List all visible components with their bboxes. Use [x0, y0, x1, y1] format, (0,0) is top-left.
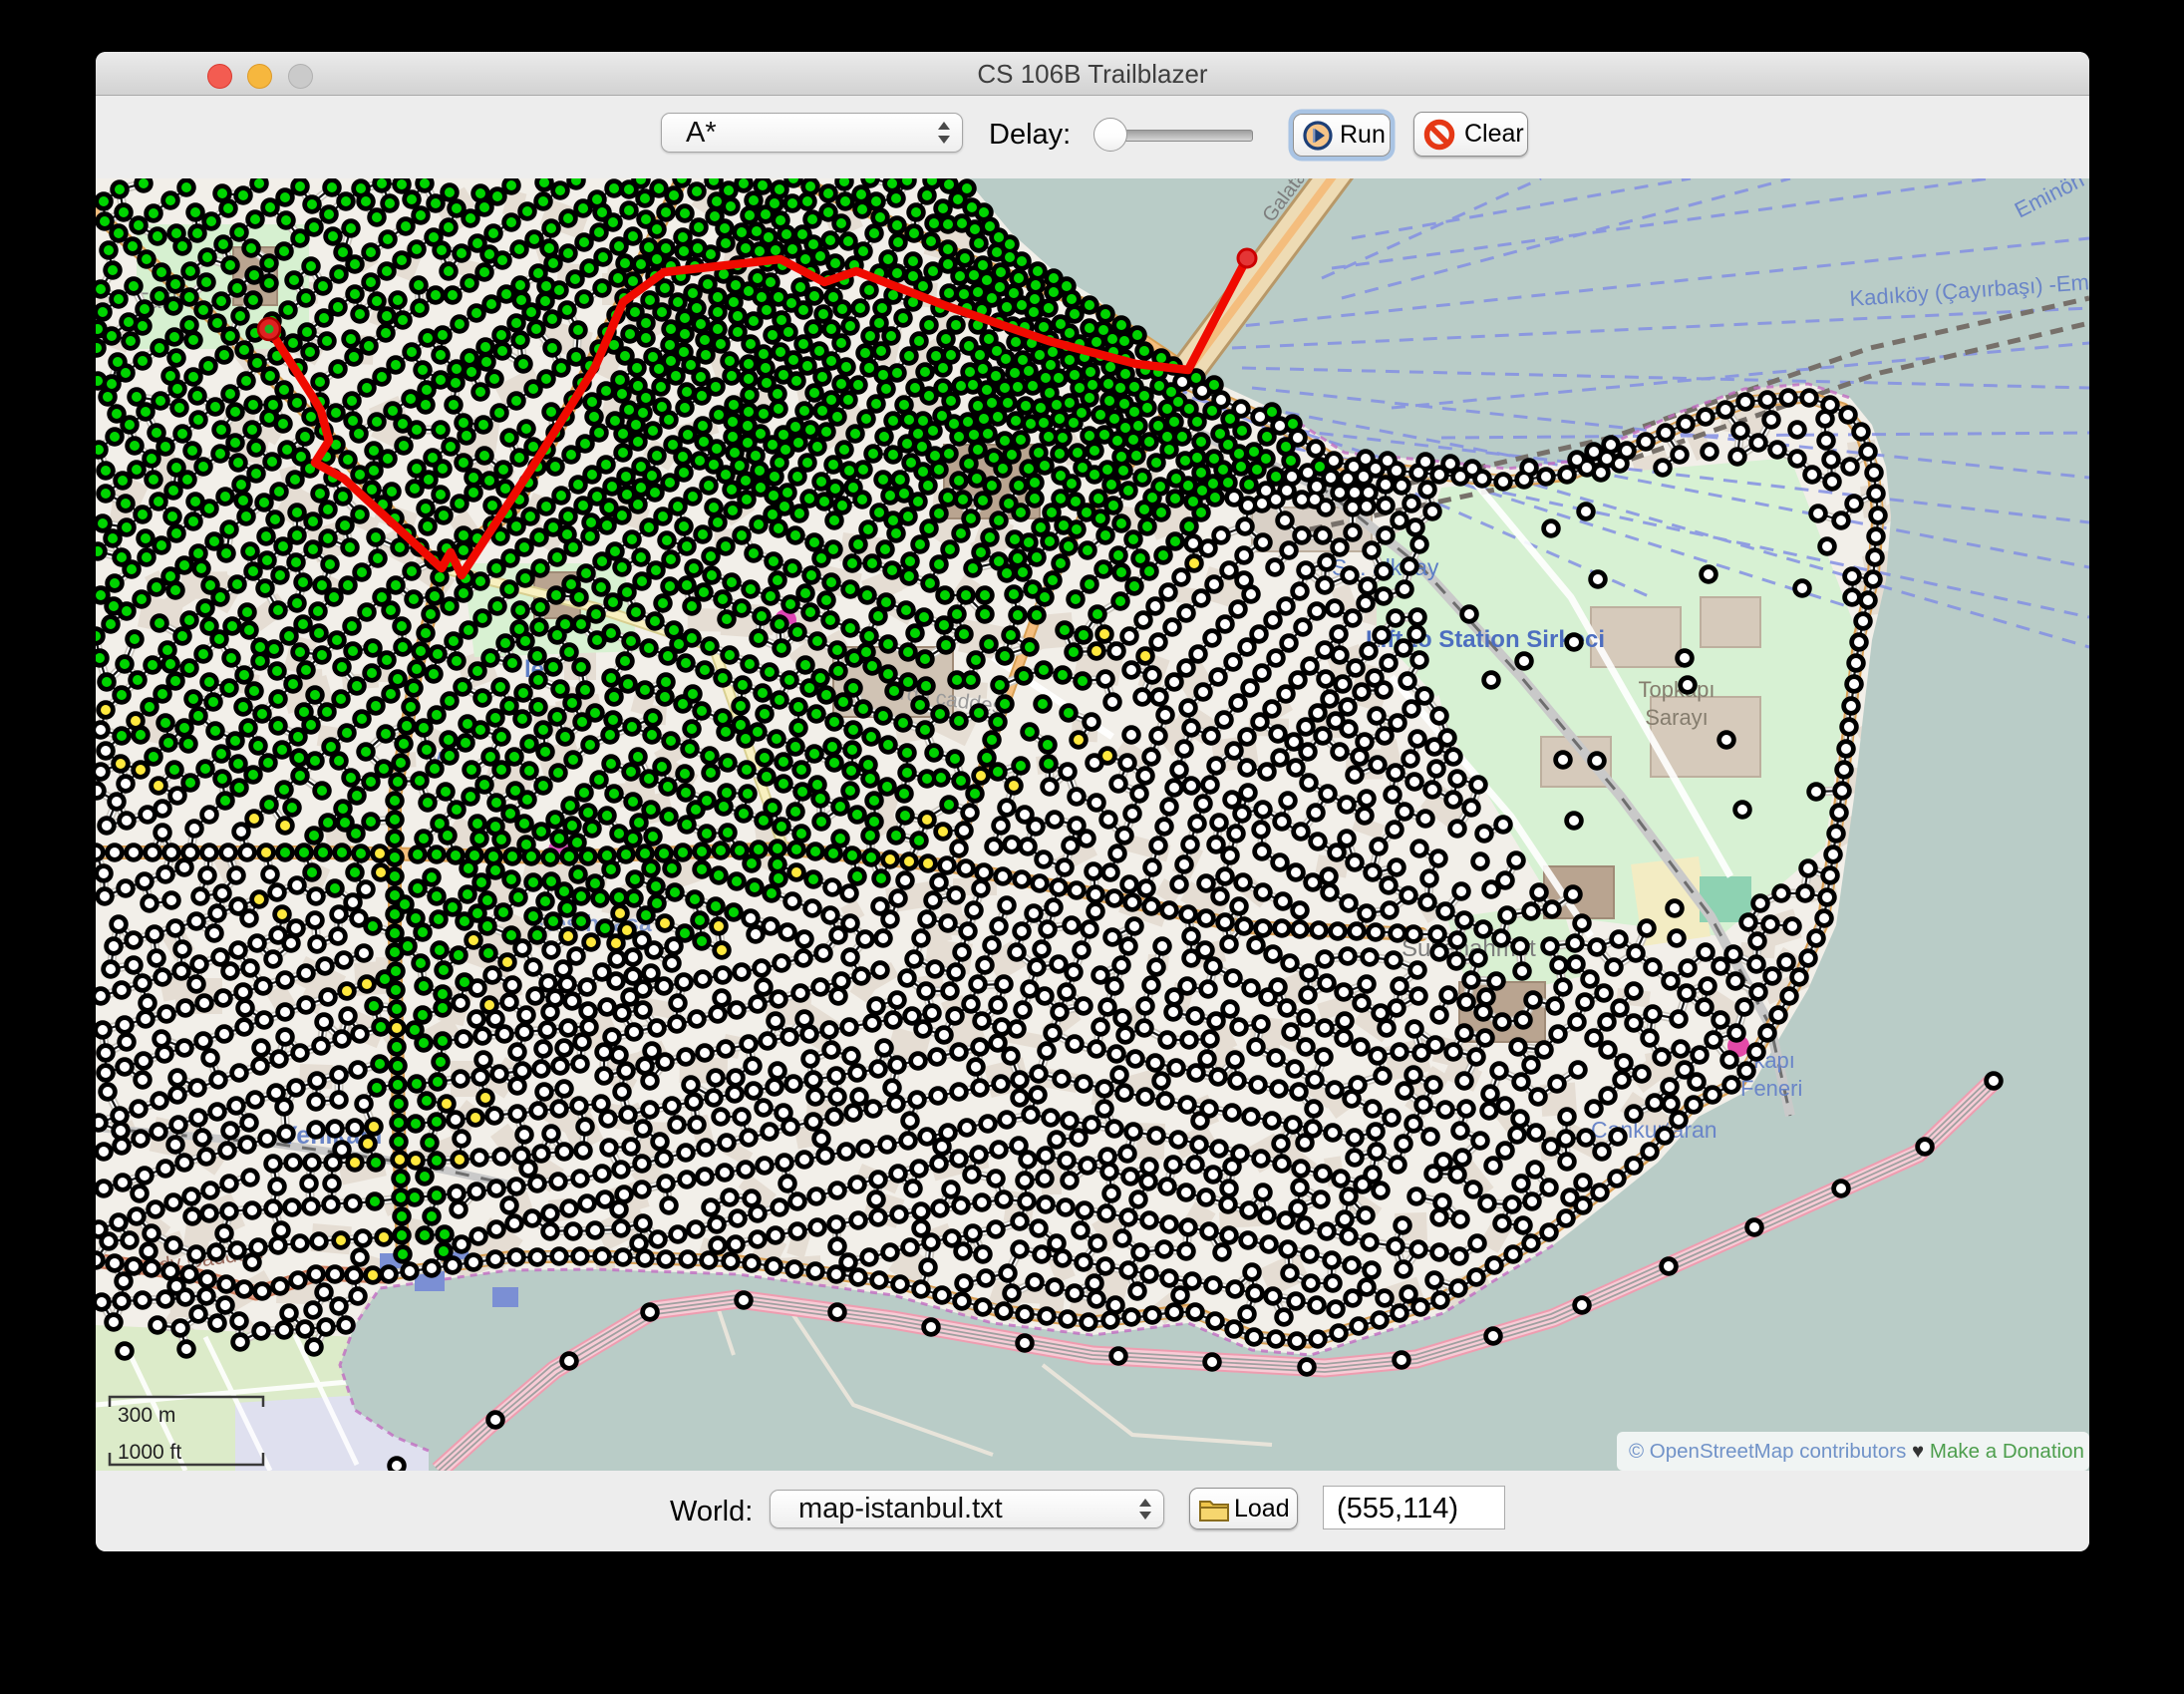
svg-text:Topkapı: Topkapı: [1638, 677, 1715, 702]
svg-text:300 m: 300 m: [118, 1404, 175, 1427]
svg-text:Sarayı: Sarayı: [1645, 705, 1709, 730]
svg-text:1000 ft: 1000 ft: [118, 1441, 181, 1464]
svg-text:© OpenStreetMap contributors ♥: © OpenStreetMap contributors ♥ Make a Do…: [1629, 1440, 2084, 1463]
